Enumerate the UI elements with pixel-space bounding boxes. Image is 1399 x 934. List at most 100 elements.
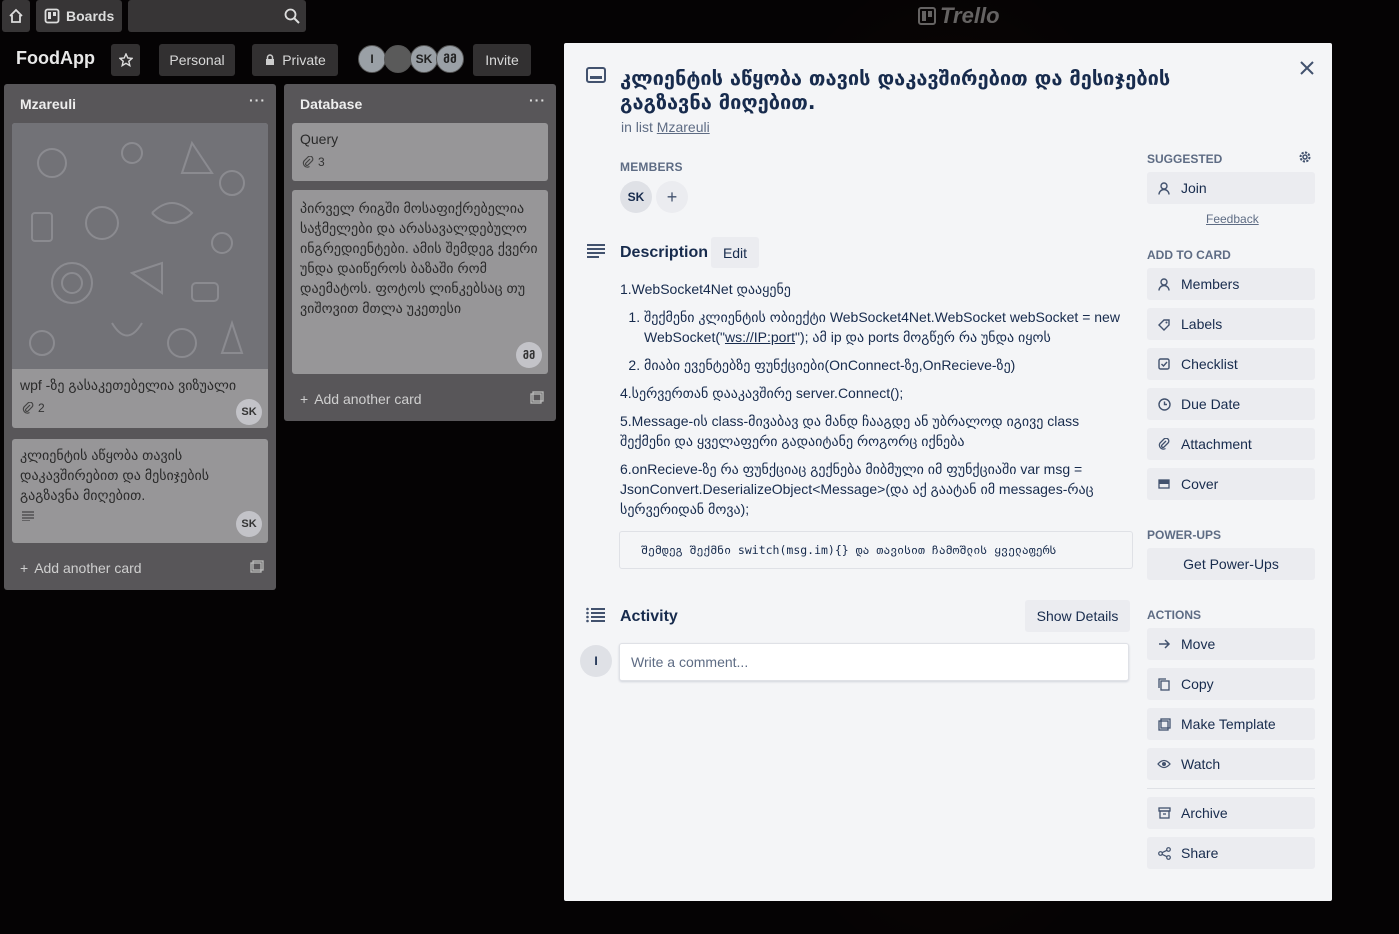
get-powerups-button[interactable]: Get Power-Ups [1147,548,1315,580]
card-title[interactable]: კლიენტის აწყობა თავის დაკავშირებით და მე… [620,66,1220,114]
websocket-link[interactable]: ws://IP:port [725,329,795,345]
comment-avatar: I [580,645,612,677]
plus-icon: + [300,391,309,407]
card-member-avatar[interactable]: მმ [516,342,542,368]
due-date-label: Due Date [1181,396,1241,412]
cover-button[interactable]: Cover [1147,468,1315,500]
suggested-label: Suggested [1147,152,1223,166]
home-button[interactable] [2,0,30,32]
labels-label: Labels [1181,316,1223,332]
member-avatar[interactable]: SK [410,45,438,73]
comment-input[interactable] [619,643,1129,681]
paperclip-icon [22,402,34,414]
private-button[interactable]: Private [252,44,338,76]
list-title[interactable]: Mzareuli [20,96,76,112]
attachment-count: 3 [318,155,325,169]
list-link[interactable]: Mzareuli [657,119,710,135]
description-line: 5.Message-ის class-მივაბავ და მანდ ჩააგდ… [620,413,1080,449]
description-title: Description [620,244,709,261]
member-avatar[interactable]: SK [620,181,652,213]
person-icon [1157,181,1171,195]
invite-button[interactable]: Invite [473,44,531,76]
trello-logo-icon [918,7,936,25]
logo-text: Trello [940,3,1000,28]
card-header-icon [586,67,606,83]
list-card[interactable]: Query 3 [292,123,548,181]
boards-button[interactable]: Boards [36,0,122,32]
search-box[interactable] [128,0,306,32]
list-card[interactable]: კლიენტის აწყობა თავის დაკავშირებით და მე… [12,439,268,543]
in-list-line: in list Mzareuli [621,119,710,135]
make-template-label: Make Template [1181,716,1276,732]
add-card-button[interactable]: + Add another card [300,391,422,407]
card-title: wpf -ზე გასაკეთებელია ვიზუალი [20,377,237,393]
lock-icon [264,54,276,66]
add-card-button[interactable]: + Add another card [20,560,142,576]
star-icon [118,53,133,67]
list-title[interactable]: Database [300,96,362,112]
watch-label: Watch [1181,756,1221,772]
member-avatar[interactable]: I [358,45,386,73]
join-button[interactable]: Join [1147,172,1315,204]
list-menu-icon[interactable]: ··· [529,92,546,108]
show-details-button[interactable]: Show Details [1025,600,1130,632]
edit-description-button[interactable]: Edit [711,237,759,268]
trello-logo[interactable]: Trello [918,3,1000,29]
description-sublist: შექმენი კლიენტის ობიექტი WebSocket4Net.W… [620,307,1132,375]
copy-button[interactable]: Copy [1147,668,1315,700]
card-member-avatar[interactable]: SK [236,511,262,537]
list-card[interactable]: wpf -ზე გასაკეთებელია ვიზუალი 2 SK [12,123,268,428]
add-to-card-label: Add to card [1147,248,1231,262]
paperclip-icon [302,156,314,168]
eye-icon [1157,757,1171,771]
member-avatar-photo[interactable] [384,45,412,73]
close-icon[interactable] [1296,57,1318,79]
description-code-block: შემდეგ შექმნი switch(msg.im){} და თავისი… [619,531,1133,569]
due-date-button[interactable]: Due Date [1147,388,1315,420]
add-member-button[interactable]: + [656,181,688,213]
feedback-link[interactable]: Feedback [1206,212,1259,226]
members-label: Members [620,160,683,174]
archive-label: Archive [1181,805,1228,821]
archive-button[interactable]: Archive [1147,797,1315,829]
labels-button[interactable]: Labels [1147,308,1315,340]
arrow-right-icon [1157,637,1171,651]
move-button[interactable]: Move [1147,628,1315,660]
private-label: Private [282,52,326,68]
member-avatar[interactable]: მმ [436,45,464,73]
personal-button[interactable]: Personal [159,44,235,76]
members-label: Members [1181,276,1240,292]
star-button[interactable] [111,44,140,76]
home-icon [8,8,24,24]
make-template-button[interactable]: Make Template [1147,708,1315,740]
card-template-icon[interactable] [250,560,264,574]
watch-button[interactable]: Watch [1147,748,1315,780]
attachment-badge: 2 [12,401,268,415]
share-button[interactable]: Share [1147,837,1315,869]
cover-label: Cover [1181,476,1219,492]
description-line: 1.WebSocket4Net დააყენე [620,281,791,297]
description-badge [12,511,268,521]
share-label: Share [1181,845,1219,861]
cover-icon [1157,477,1171,491]
sidebar-divider [1147,788,1315,789]
gear-icon[interactable] [1298,150,1312,164]
actions-label: Actions [1147,608,1201,622]
list-menu-icon[interactable]: ··· [249,92,266,108]
card-title: კლიენტის აწყობა თავის დაკავშირებით და მე… [20,447,210,503]
boards-icon [44,8,60,24]
list-card[interactable]: პირველ რიგში მოსაფიქრებელია საჭმელები და… [292,190,548,374]
description-icon [586,243,606,259]
card-template-icon[interactable] [530,391,544,405]
food-pattern-icon [29,140,245,358]
checklist-button[interactable]: Checklist [1147,348,1315,380]
top-header: Boards Trello [0,0,1399,32]
description-body[interactable]: 1.WebSocket4Net დააყენე შექმენი კლიენტის… [620,279,1132,527]
personal-label: Personal [169,52,225,68]
board-title[interactable]: FoodApp [16,48,95,69]
plus-icon: + [666,186,678,207]
members-button[interactable]: Members [1147,268,1315,300]
card-member-avatar[interactable]: SK [236,399,262,425]
attachment-button[interactable]: Attachment [1147,428,1315,460]
description-icon [22,511,34,521]
